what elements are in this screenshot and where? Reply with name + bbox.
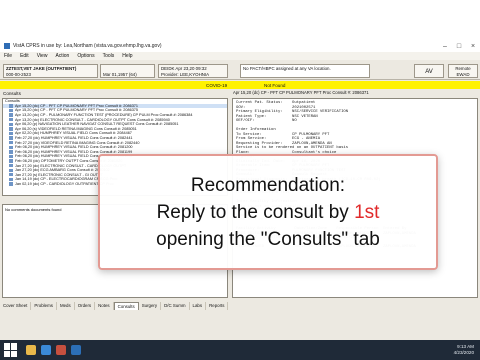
tab-labs[interactable]: Labs xyxy=(190,302,207,310)
explorer-icon[interactable] xyxy=(26,345,36,355)
taskbar-apps xyxy=(26,345,81,355)
browser-icon[interactable] xyxy=(41,345,51,355)
consult-icon xyxy=(9,122,13,126)
menu-bar: File Edit View Action Options Tools Help xyxy=(0,52,480,60)
menu-edit[interactable]: Edit xyxy=(20,53,29,59)
consult-icon xyxy=(9,127,13,131)
consult-icon xyxy=(9,117,13,122)
maximize-icon[interactable]: □ xyxy=(452,43,466,50)
consult-icon xyxy=(9,173,13,177)
patient-header: ZZTEST,VET JAKE (OUTPATIENT) 000-00-2523… xyxy=(0,62,480,80)
tab-problems[interactable]: Problems xyxy=(31,302,57,310)
no-comments-text: No comments documents found xyxy=(5,207,62,212)
minimize-icon[interactable]: – xyxy=(438,43,452,50)
window-controls: – □ × xyxy=(438,43,480,50)
dob-box: Mar 01,1957 (64) xyxy=(100,64,155,78)
title-bar: VistA CPRS in use by: Lea,Northam (vista… xyxy=(0,40,480,52)
menu-file[interactable]: File xyxy=(4,53,12,59)
menu-action[interactable]: Action xyxy=(55,53,69,59)
detail-header: Apr 15,20 (dc) CP - PFT CP PULMONARY PFT… xyxy=(233,90,369,95)
tab-orders[interactable]: Orders xyxy=(75,302,96,310)
recommendation-overlay: Recommendation: Reply to the consult by … xyxy=(98,154,438,270)
consult-icon xyxy=(9,159,13,163)
mail-icon[interactable] xyxy=(71,345,81,355)
consult-icon xyxy=(9,104,13,108)
overlay-line-1: Recommendation: xyxy=(190,174,346,196)
tab-reports[interactable]: Reports xyxy=(206,302,229,310)
covid-flag: COVID-19 xyxy=(206,82,228,88)
consult-icon xyxy=(9,182,13,186)
menu-help[interactable]: Help xyxy=(122,53,132,59)
consult-icon xyxy=(9,145,13,149)
consult-icon xyxy=(9,163,13,168)
provider-name: Provider: LEE,KYOHNIA xyxy=(161,72,210,77)
tab-notes[interactable]: Notes xyxy=(95,302,114,310)
cprs-icon[interactable] xyxy=(56,345,66,355)
consult-icon xyxy=(9,108,13,113)
consult-icon xyxy=(9,113,13,117)
consult-icon xyxy=(9,154,13,159)
screen: VistA CPRS in use by: Lea,Northam (vista… xyxy=(0,0,480,360)
flag-status: Not Found xyxy=(264,82,286,88)
tab-meds[interactable]: Meds xyxy=(57,302,75,310)
remote-data-button[interactable]: Remote EWAD xyxy=(448,64,478,78)
tree-root-label: Consults xyxy=(5,99,20,104)
menu-tools[interactable]: Tools xyxy=(103,53,115,59)
system-clock[interactable]: 9:13 AM 4/23/2020 xyxy=(454,344,474,356)
tab-dc-summ[interactable]: D/C Summ xyxy=(161,302,190,310)
patient-info-button[interactable]: ZZTEST,VET JAKE (OUTPATIENT) 000-00-2523 xyxy=(3,64,98,78)
tab-surgery[interactable]: Surgery xyxy=(139,302,162,310)
chart-tabs: Cover Sheet Problems Meds Orders Notes C… xyxy=(0,302,229,310)
patient-dob: Mar 01,1957 (64) xyxy=(103,72,137,77)
tab-cover-sheet[interactable]: Cover Sheet xyxy=(0,302,32,310)
patient-ssn: 000-00-2523 xyxy=(6,72,31,77)
consult-icon xyxy=(9,177,13,182)
overlay-line-3: opening the "Consults" tab xyxy=(156,228,380,250)
taskbar: 9:13 AM 4/23/2020 xyxy=(0,340,480,360)
consult-icon xyxy=(9,150,13,154)
av-button[interactable]: AV xyxy=(414,64,444,78)
close-icon[interactable]: × xyxy=(466,43,480,50)
window-title: VistA CPRS in use by: Lea,Northam (vista… xyxy=(13,43,162,49)
consults-panel-label: Consults xyxy=(3,91,21,96)
menu-options[interactable]: Options xyxy=(77,53,94,59)
overlay-line-2: Reply to the consult by 1st xyxy=(156,201,380,223)
app-icon xyxy=(4,43,10,49)
flag-banner: COVID-19 Not Found xyxy=(0,81,480,89)
consult-icon xyxy=(9,131,13,136)
overlay-highlight: 1st xyxy=(354,201,380,223)
tab-consults[interactable]: Consults xyxy=(113,302,139,310)
menu-view[interactable]: View xyxy=(37,53,48,59)
consult-icon xyxy=(9,136,13,140)
consult-icon xyxy=(9,168,13,172)
start-icon[interactable] xyxy=(4,343,18,357)
pact-notice: No PACT/HBPC assigned at any VA location… xyxy=(240,64,370,78)
encounter-button[interactable]: DEIDK Apr 23,20 09:32 Provider: LEE,KYOH… xyxy=(158,64,228,78)
consult-icon xyxy=(9,140,13,145)
